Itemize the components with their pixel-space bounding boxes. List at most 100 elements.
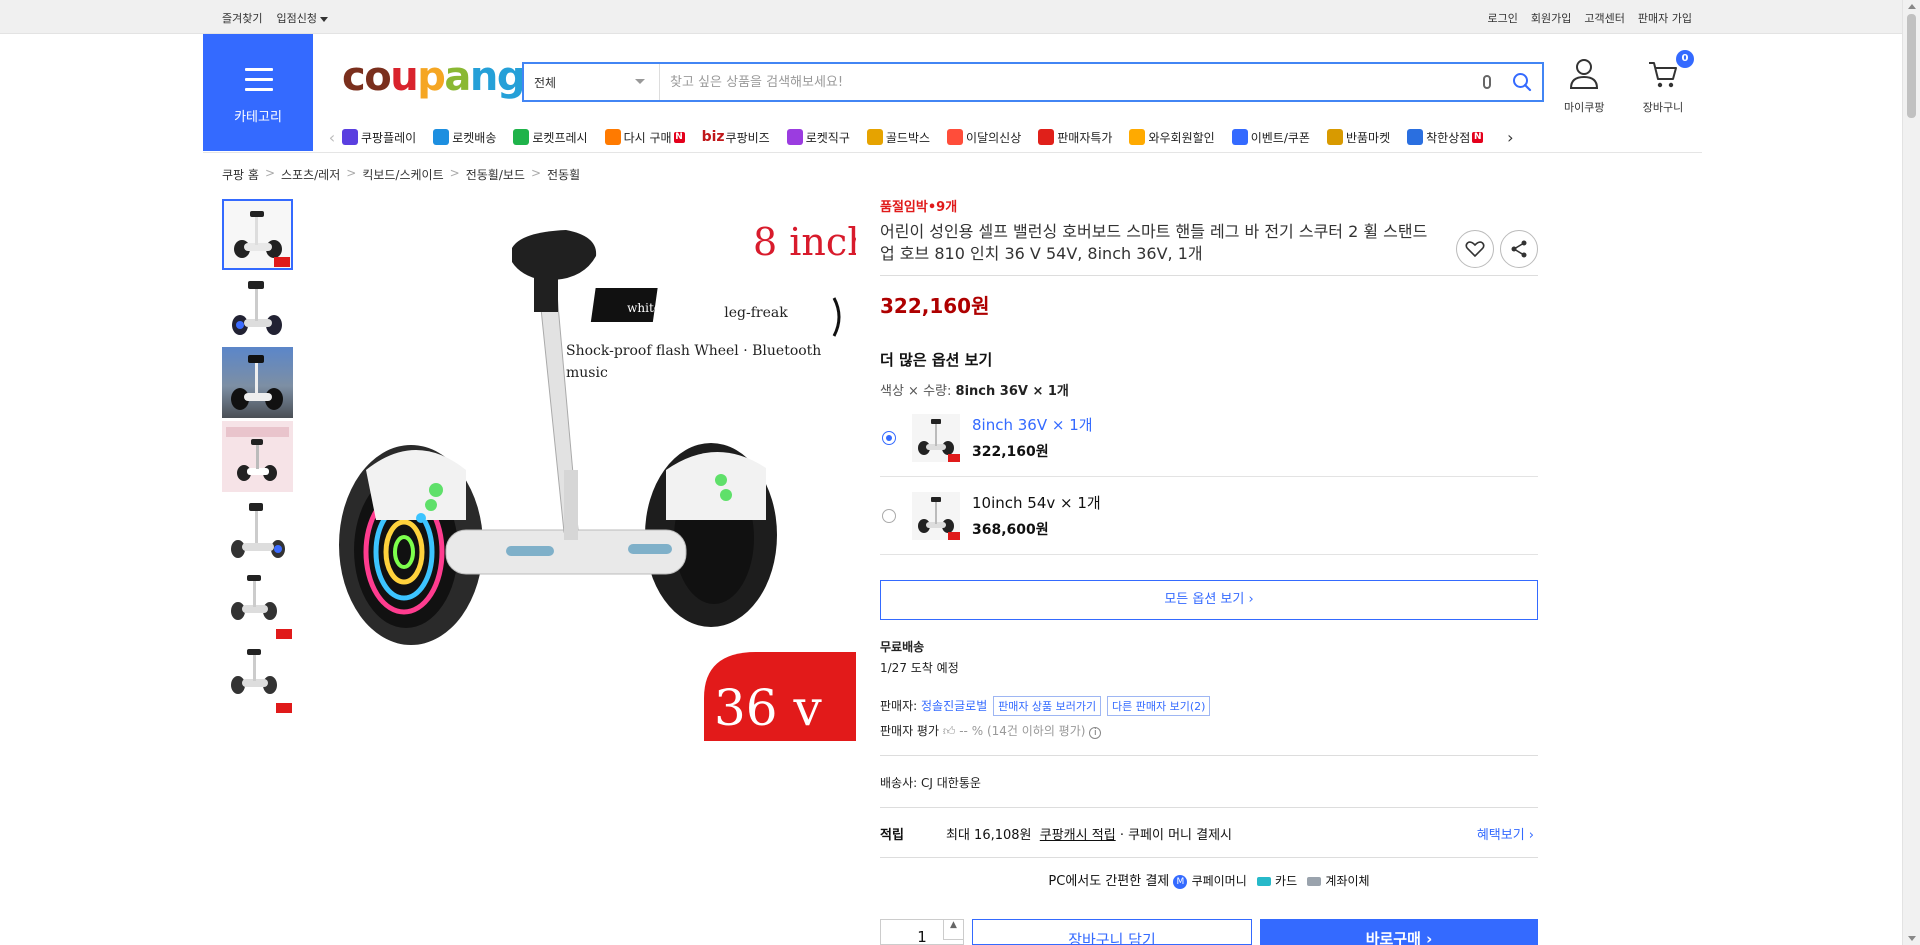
bookmark-link[interactable]: 즐겨찾기 [222,10,262,26]
buy-now-button[interactable]: 바로구매 › [1260,919,1538,945]
breadcrumb-item[interactable]: 스포츠/레저 [281,166,340,183]
seller-apply-link[interactable]: 입점신청 [276,10,328,26]
payment-method-bank: 계좌이체 [1325,874,1370,888]
product-thumbnail[interactable] [222,421,293,492]
breadcrumb-item[interactable]: 전동휠 [547,166,580,183]
payment-row: PC에서도 간편한 결제 M 쿠페이머니 카드 계좌이체 [880,870,1538,889]
shortcut-label: 로켓직구 [805,130,850,145]
nav-prev-arrow[interactable]: ‹ [322,128,342,147]
quantity-increase-button[interactable]: ▲ [943,920,963,940]
share-button[interactable] [1500,230,1538,268]
shortcut-label: 이달의신상 [966,130,1022,145]
caret-down-icon [319,16,328,22]
courier-name: CJ 대한통운 [921,776,981,790]
cart-button[interactable]: 0 장바구니 [1638,50,1694,115]
payment-text: PC에서도 간편한 결제 [1048,874,1170,889]
divider [880,755,1538,756]
shortcut-icon [604,129,621,145]
shortcut-label: 쿠팡플레이 [361,130,417,145]
product-thumbnail[interactable] [222,495,293,566]
product-thumbnail[interactable] [222,643,293,714]
seller-rating-label: 판매자 평가 [880,724,940,738]
coupang-logo[interactable]: coupang [342,54,525,100]
vertical-scrollbar[interactable] [1902,0,1920,945]
shortcut-item[interactable]: 와우회원할인 [1129,129,1215,146]
customer-center-link[interactable]: 고객센터 [1584,10,1624,26]
wishlist-button[interactable] [1456,230,1494,268]
product-info-panel: 품절임박•9개 어린이 성인용 셀프 밸런싱 호버보드 스마트 핸들 레그 바 … [880,196,1538,889]
shipping-title: 무료배송 [880,640,925,654]
product-price: 322,160원 [880,294,990,318]
breadcrumb-separator: > [530,166,542,180]
shortcut-item[interactable]: 판매자특가 [1038,129,1112,146]
breadcrumb-separator: > [264,166,275,180]
seller-signup-link[interactable]: 판매자 가입 [1638,10,1692,26]
shortcut-icon [1231,129,1248,145]
coupang-cash-link[interactable]: 쿠팡캐시 적립 [1040,824,1116,843]
product-thumbnail[interactable] [222,347,293,418]
shortcut-item[interactable]: 반품마켓 [1326,129,1390,146]
chevron-right-icon: › [1248,592,1254,607]
microphone-icon[interactable] [1472,64,1502,100]
search-scope-select[interactable]: 전체 [524,64,660,100]
mypage-button[interactable]: 마이쿠팡 [1564,58,1604,115]
option-radio[interactable] [882,430,896,445]
shortcut-item[interactable]: 로켓배송 [433,129,496,146]
shortcut-label: 쿠팡비즈 [725,130,770,145]
shortcut-icon [1038,129,1055,145]
points-amount: 최대 16,108원 [946,828,1032,843]
divider [880,857,1538,858]
nav-next-arrow[interactable]: › [1500,128,1520,147]
search-bar: 전체 [522,62,1544,102]
signup-link[interactable]: 회원가입 [1531,10,1571,26]
option-name: 8inch 36V × 1개 [972,416,1093,434]
quantity-value[interactable]: 1 [917,928,927,945]
seller-products-button[interactable]: 판매자 상품 보러가기 [993,696,1102,716]
benefits-label: 혜택보기 [1476,828,1525,843]
selected-option-summary: 색상 × 수량: 8inch 36V × 1개 [880,380,1538,399]
seller-apply-label: 입점신청 [276,12,317,25]
image-size-text: 8 inch [753,220,856,264]
option-row[interactable]: 8inch 36V × 1개 322,160원 [880,399,1538,477]
add-to-cart-button[interactable]: 장바구니 담기 [972,919,1252,945]
login-link[interactable]: 로그인 [1488,10,1518,26]
seller-name-link[interactable]: 정솔진글로벌 [921,699,987,713]
product-main-image[interactable]: 8 inch white leg-freak Shock-proof flash… [316,200,856,741]
shortcut-item[interactable]: 로켓직구 [786,129,850,146]
shortcut-item[interactable]: 골드박스 [866,129,930,146]
shortcut-icon [1129,129,1146,145]
product-thumbnail[interactable] [222,569,293,640]
shortcut-item[interactable]: biz 쿠팡비즈 [702,129,770,146]
quantity-stepper[interactable]: 1 ▲ [880,919,964,945]
shortcut-item[interactable]: 이달의신상 [947,129,1021,146]
shortcut-item[interactable]: 로켓프레시 [513,129,588,146]
breadcrumb-item[interactable]: 킥보드/스케이트 [362,166,443,183]
category-button[interactable]: 카테고리 [203,34,313,151]
product-thumbnail[interactable] [222,273,293,344]
shortcut-item[interactable]: 이벤트/쿠폰 [1231,129,1310,146]
other-sellers-button[interactable]: 다른 판매자 보기(2) [1106,696,1211,716]
breadcrumb-item[interactable]: 전동휠/보드 [466,166,525,183]
shortcut-item[interactable]: 쿠팡플레이 [342,129,416,146]
breadcrumb-item[interactable]: 쿠팡 홈 [222,166,259,183]
search-button[interactable] [1502,64,1542,100]
all-options-label: 모든 옵션 보기 [1164,592,1245,607]
new-badge: N [673,131,685,143]
heart-icon [1465,241,1485,258]
image-voltage-text: 36 v [714,679,823,737]
option-radio[interactable] [882,508,896,523]
scrollbar-thumb[interactable] [1907,14,1916,118]
image-white-text: white [627,301,661,315]
scroll-down-arrow[interactable] [1908,936,1916,941]
shortcut-item[interactable]: 다시 구매 N [604,129,685,146]
all-options-button[interactable]: 모든 옵션 보기 › [880,580,1538,620]
option-row[interactable]: 10inch 54v × 1개 368,600원 [880,477,1538,555]
scroll-up-arrow[interactable] [1908,4,1916,9]
buy-now-label: 바로구매 [1365,930,1421,945]
info-icon[interactable]: i [1089,727,1102,739]
search-input[interactable] [660,64,1472,100]
shortcut-item[interactable]: 착한상점 N [1407,129,1484,146]
more-options-heading: 더 많은 옵션 보기 [880,351,993,369]
benefits-link[interactable]: 혜택보기 › [1477,824,1534,843]
product-thumbnail[interactable] [222,199,293,270]
